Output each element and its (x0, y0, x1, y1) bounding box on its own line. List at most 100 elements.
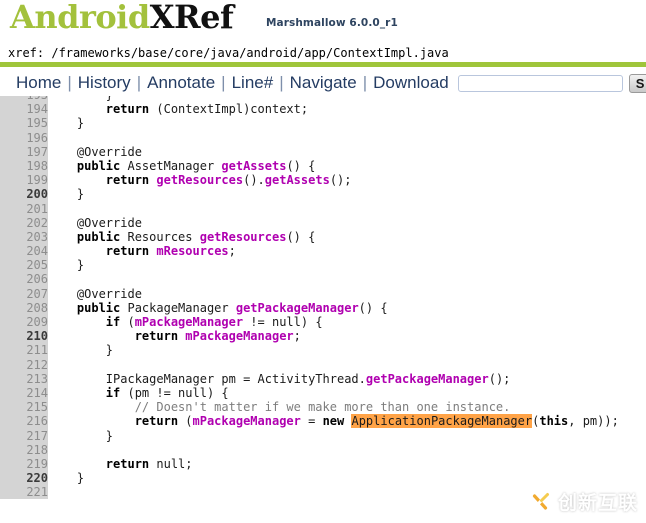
line-number[interactable]: 199 (0, 173, 48, 188)
logo-xref-text: XRef (149, 0, 234, 36)
code-line: 202 @Override (0, 215, 646, 230)
menu-item-home[interactable]: Home (16, 73, 61, 93)
line-number[interactable]: 205 (0, 258, 48, 273)
code-line: 206 (0, 272, 646, 287)
line-number[interactable]: 212 (0, 357, 48, 372)
menu-item-navigate[interactable]: Navigate (290, 73, 357, 93)
xref-path[interactable]: /frameworks/base/core/java/android/app/C… (51, 46, 448, 60)
line-number[interactable]: 208 (0, 300, 48, 315)
code-line-content: } (48, 187, 646, 201)
line-number[interactable]: 203 (0, 229, 48, 245)
line-number[interactable]: 211 (0, 343, 48, 358)
menu-separator: | (362, 73, 368, 92)
line-number[interactable]: 207 (0, 286, 48, 301)
code-token-meth[interactable]: getResources (200, 230, 287, 244)
site-masthead: AndroidXRef Marshmallow 6.0.0_r1 (0, 0, 646, 40)
green-divider-bar (0, 62, 646, 67)
menu-separator: | (221, 73, 226, 92)
code-token-meth[interactable]: getAssets (265, 173, 330, 187)
line-number[interactable]: 214 (0, 385, 48, 401)
line-number[interactable]: 200 (0, 187, 48, 202)
code-line: 198 public AssetManager getAssets() { (0, 158, 646, 174)
code-token-var: mPackageManager (192, 414, 301, 429)
code-token-kw: return (48, 456, 150, 471)
menu-item-line-number[interactable]: Line# (232, 73, 274, 93)
code-line: 201 (0, 201, 646, 216)
line-number[interactable]: 206 (0, 272, 48, 287)
code-line: 203 public Resources getResources() { (0, 229, 646, 245)
code-token-plain: ( (178, 414, 193, 429)
code-token-plain: , pm)); (568, 414, 619, 429)
code-token-kw: if (48, 315, 121, 329)
code-line-content: } (48, 343, 646, 357)
menu-item-annotate[interactable]: Annotate (147, 73, 215, 93)
code-token-plain: } (48, 116, 85, 131)
line-number[interactable]: 201 (0, 201, 48, 216)
line-number[interactable]: 202 (0, 215, 48, 230)
search-input[interactable] (457, 74, 623, 92)
line-number[interactable]: 220 (0, 471, 48, 486)
code-line: 214 if (pm != null) { (0, 385, 646, 401)
code-token-plain: (). (243, 173, 265, 188)
code-token-plain: (); (488, 371, 511, 386)
line-number[interactable]: 213 (0, 371, 48, 386)
line-number[interactable]: 204 (0, 244, 48, 259)
line-number[interactable]: 215 (0, 400, 48, 415)
line-number[interactable]: 219 (0, 456, 48, 472)
code-line-content (48, 485, 646, 499)
code-line-content: } (48, 429, 646, 443)
line-number[interactable]: 195 (0, 116, 48, 131)
code-line-content: return null; (48, 457, 646, 471)
source-code-viewer[interactable]: 193 }194 return (ContextImpl)context;195… (0, 96, 646, 523)
code-line-content (48, 358, 646, 372)
code-line: 217 } (0, 428, 646, 443)
code-token-kw: return (48, 329, 179, 344)
menu-item-history[interactable]: History (78, 73, 131, 93)
code-line: 196 (0, 130, 646, 145)
code-line: 200 } (0, 187, 646, 202)
code-token-plain: (ContextImpl)context; (149, 102, 309, 117)
code-token-plain: () { (286, 158, 316, 173)
code-token-plain: ( (120, 315, 135, 329)
line-number[interactable]: 216 (0, 414, 48, 429)
line-number[interactable]: 221 (0, 485, 48, 500)
code-token-meth[interactable]: getResources (156, 173, 243, 187)
code-line-content: return (ContextImpl)context; (48, 102, 646, 116)
code-line: 207 @Override (0, 286, 646, 301)
code-line: 209 if (mPackageManager != null) { (0, 315, 646, 330)
search-button[interactable]: S (628, 73, 646, 93)
code-token-meth[interactable]: getPackageManager (236, 301, 359, 315)
code-token-var: mPackageManager (134, 315, 244, 329)
code-token-plain: AssetManager (120, 158, 222, 173)
code-token-plain: (); (329, 173, 352, 188)
code-token-plain: Resources (120, 229, 200, 244)
code-token-meth[interactable]: getAssets (221, 159, 286, 173)
line-number[interactable]: 217 (0, 428, 48, 443)
line-number[interactable]: 210 (0, 329, 48, 344)
code-line-content: } (48, 116, 646, 130)
menu-separator: | (67, 73, 72, 92)
navigation-menubar: Home | History | Annotate | Line# | Navi… (0, 70, 646, 96)
menu-item-download[interactable]: Download (373, 73, 449, 93)
code-line: 197 @Override (0, 144, 646, 159)
code-line: 205 } (0, 258, 646, 273)
line-number[interactable]: 194 (0, 102, 48, 117)
menu-separator: | (279, 73, 284, 92)
line-number[interactable]: 218 (0, 442, 48, 457)
code-token-plain: () { (286, 229, 316, 244)
code-line-content: @Override (48, 287, 646, 301)
code-token-kw: public (48, 229, 121, 244)
code-token-plain: } (48, 343, 114, 358)
line-number[interactable]: 196 (0, 130, 48, 145)
line-number[interactable]: 198 (0, 158, 48, 174)
code-token-kw: return (48, 102, 150, 117)
code-token-var: mPackageManager (185, 329, 294, 344)
code-line: 219 return null; (0, 456, 646, 472)
line-number[interactable]: 209 (0, 315, 48, 330)
code-token-hl[interactable]: ApplicationPackageManager (351, 414, 533, 429)
code-token-meth[interactable]: getPackageManager (366, 372, 489, 386)
code-token-anno: @Override (48, 286, 142, 301)
code-token-plain: = (300, 414, 323, 429)
line-number[interactable]: 197 (0, 144, 48, 159)
code-line-content: public AssetManager getAssets() { (48, 159, 646, 173)
